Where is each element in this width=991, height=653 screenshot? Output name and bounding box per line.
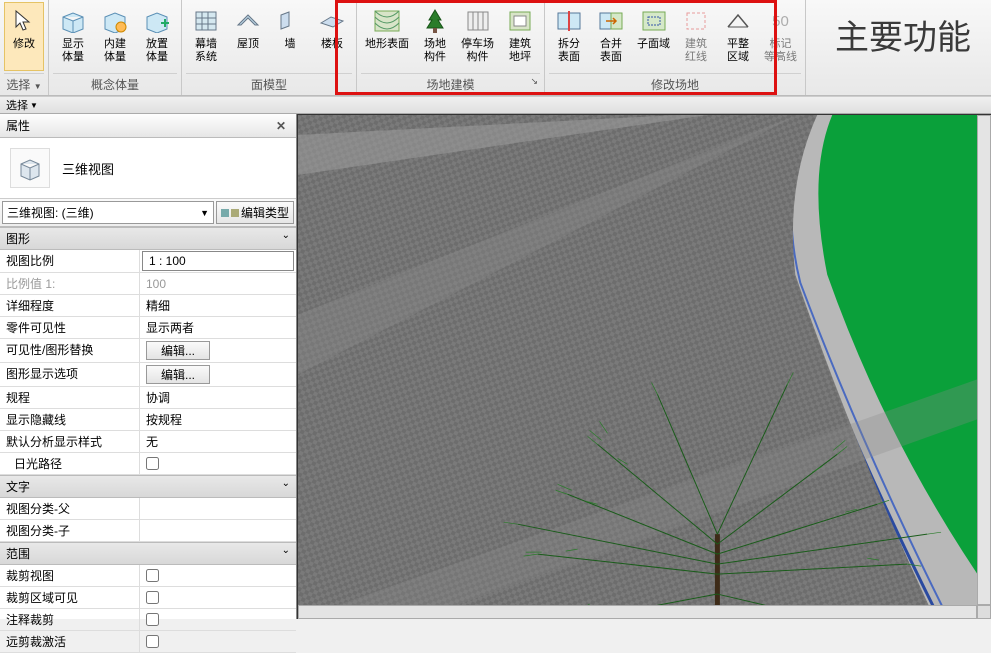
select-bar[interactable]: 选择▼ [0, 96, 991, 114]
group-label-face: 面模型 [186, 73, 352, 95]
chevron-down-icon: ▼ [200, 208, 209, 218]
properties-panel: 属性 ✕ 三维视图 三维视图: (三维) ▼ 编辑类型 图形⌄ 视图比例1 : … [0, 114, 297, 619]
roof-icon [232, 5, 264, 37]
btn-label-contours: 50 标记 等高线 [760, 2, 801, 71]
btn-place-mass[interactable]: 放置 体量 [137, 2, 177, 71]
section-text[interactable]: 文字⌄ [0, 475, 296, 498]
topo-icon [371, 5, 403, 37]
btn-graphic-disp[interactable]: 编辑... [146, 365, 210, 384]
label-graphic-disp: 图形显示选项 [0, 363, 140, 386]
group-mass: 显示 体量 内建 体量 放置 体量 概念体量 [49, 0, 182, 95]
type-selector[interactable]: 三维视图 [0, 138, 296, 199]
btn-roof[interactable]: 屋顶 [228, 2, 268, 71]
group-sitemodel: 地形表面 场地 构件 停车场 构件 建筑 地坪 场地建模 [357, 0, 545, 95]
label-parts-vis: 零件可见性 [0, 317, 140, 338]
label-crop-view: 裁剪视图 [0, 565, 140, 586]
group-select: 修改 选择 ▼ [0, 0, 49, 95]
split-icon [553, 5, 585, 37]
value-detail[interactable]: 精细 [140, 295, 296, 316]
value-analysis[interactable]: 无 [140, 431, 296, 452]
tree-icon [419, 5, 451, 37]
btn-graded-region[interactable]: 平整 区域 [718, 2, 758, 71]
btn-floor[interactable]: 楼板 [312, 2, 352, 71]
label-scale-value: 比例值 1: [0, 273, 140, 294]
close-icon[interactable]: ✕ [272, 119, 290, 133]
btn-parking[interactable]: 停车场 构件 [457, 2, 498, 71]
annotation-text: 主要功能 [835, 10, 971, 59]
mass-place-icon [141, 5, 173, 37]
chk-crop-view[interactable] [146, 569, 159, 582]
btn-toposurface[interactable]: 地形表面 [361, 2, 413, 71]
chk-anno-crop[interactable] [146, 613, 159, 626]
btn-subregion[interactable]: 子面域 [633, 2, 674, 71]
scrollbar-corner [977, 605, 991, 619]
viewport-3d[interactable] [297, 114, 991, 619]
section-extents[interactable]: 范围⌄ [0, 542, 296, 565]
mass-show-icon [57, 5, 89, 37]
value-viewcat-parent[interactable] [140, 498, 296, 519]
curtain-icon [190, 5, 222, 37]
label-sunpath: 日光路径 [0, 453, 140, 474]
btn-vis-override[interactable]: 编辑... [146, 341, 210, 360]
parking-icon [462, 5, 494, 37]
floor-icon [316, 5, 348, 37]
section-graphics[interactable]: 图形⌄ [0, 227, 296, 250]
wall-icon [274, 5, 306, 37]
btn-wall[interactable]: 墙 [270, 2, 310, 71]
group-label-select: 选择 ▼ [4, 73, 44, 95]
btn-modify[interactable]: 修改 [4, 2, 44, 71]
edit-type-button[interactable]: 编辑类型 [216, 201, 294, 224]
ribbon-toolbar: 修改 选择 ▼ 显示 体量 内建 体量 放置 体量 概念体量 幕墙 [0, 0, 991, 96]
value-hidden[interactable]: 按规程 [140, 409, 296, 430]
label-viewcat-parent: 视图分类-父 [0, 498, 140, 519]
label-vis-override: 可见性/图形替换 [0, 339, 140, 362]
btn-building-pad[interactable]: 建筑 地坪 [500, 2, 540, 71]
value-scale-value: 100 [140, 273, 296, 294]
input-view-scale[interactable]: 1 : 100 [142, 251, 294, 271]
cursor-icon [8, 5, 40, 37]
chk-sunpath[interactable] [146, 457, 159, 470]
value-discipline[interactable]: 协调 [140, 387, 296, 408]
label-analysis: 默认分析显示样式 [0, 431, 140, 452]
view3d-icon [10, 148, 50, 188]
subregion-icon [638, 5, 670, 37]
label-view-scale: 视图比例 [0, 250, 140, 272]
chk-far-clip[interactable] [146, 635, 159, 648]
properties-title-bar: 属性 ✕ [0, 114, 296, 138]
label-anno-crop: 注释裁剪 [0, 609, 140, 630]
scrollbar-horizontal[interactable] [298, 605, 977, 619]
btn-show-mass[interactable]: 显示 体量 [53, 2, 93, 71]
btn-property-line: 建筑 红线 [676, 2, 716, 71]
scrollbar-vertical[interactable] [977, 115, 991, 605]
group-label-sitemodel[interactable]: 场地建模 [361, 73, 540, 95]
btn-site-component[interactable]: 场地 构件 [415, 2, 455, 71]
group-label-mass: 概念体量 [53, 73, 177, 95]
mass-inplace-icon [99, 5, 131, 37]
value-viewcat-child[interactable] [140, 520, 296, 541]
group-face: 幕墙 系统 屋顶 墙 楼板 面模型 [182, 0, 357, 95]
btn-merge-surface[interactable]: 合并 表面 [591, 2, 631, 71]
propline-icon [680, 5, 712, 37]
instance-dropdown[interactable]: 三维视图: (三维) ▼ [2, 201, 214, 224]
btn-inplace-mass[interactable]: 内建 体量 [95, 2, 135, 71]
label-hidden: 显示隐藏线 [0, 409, 140, 430]
chevron-down-icon: ▼ [30, 101, 38, 110]
chk-crop-vis[interactable] [146, 591, 159, 604]
value-parts-vis[interactable]: 显示两者 [140, 317, 296, 338]
label-viewcat-child: 视图分类-子 [0, 520, 140, 541]
graded-icon [722, 5, 754, 37]
btn-split-surface[interactable]: 拆分 表面 [549, 2, 589, 71]
merge-icon [595, 5, 627, 37]
label-contour-icon: 50 [765, 5, 797, 37]
scene-icon [298, 115, 991, 619]
label-discipline: 规程 [0, 387, 140, 408]
btn-curtain[interactable]: 幕墙 系统 [186, 2, 226, 71]
label-far-clip: 远剪裁激活 [0, 631, 140, 652]
label-detail: 详细程度 [0, 295, 140, 316]
pad-icon [504, 5, 536, 37]
group-label-editsite: 修改场地 [549, 73, 801, 95]
label-crop-vis: 裁剪区域可见 [0, 587, 140, 608]
group-editsite: 拆分 表面 合并 表面 子面域 建筑 红线 平整 区域 50 标记 等高线 [545, 0, 806, 95]
